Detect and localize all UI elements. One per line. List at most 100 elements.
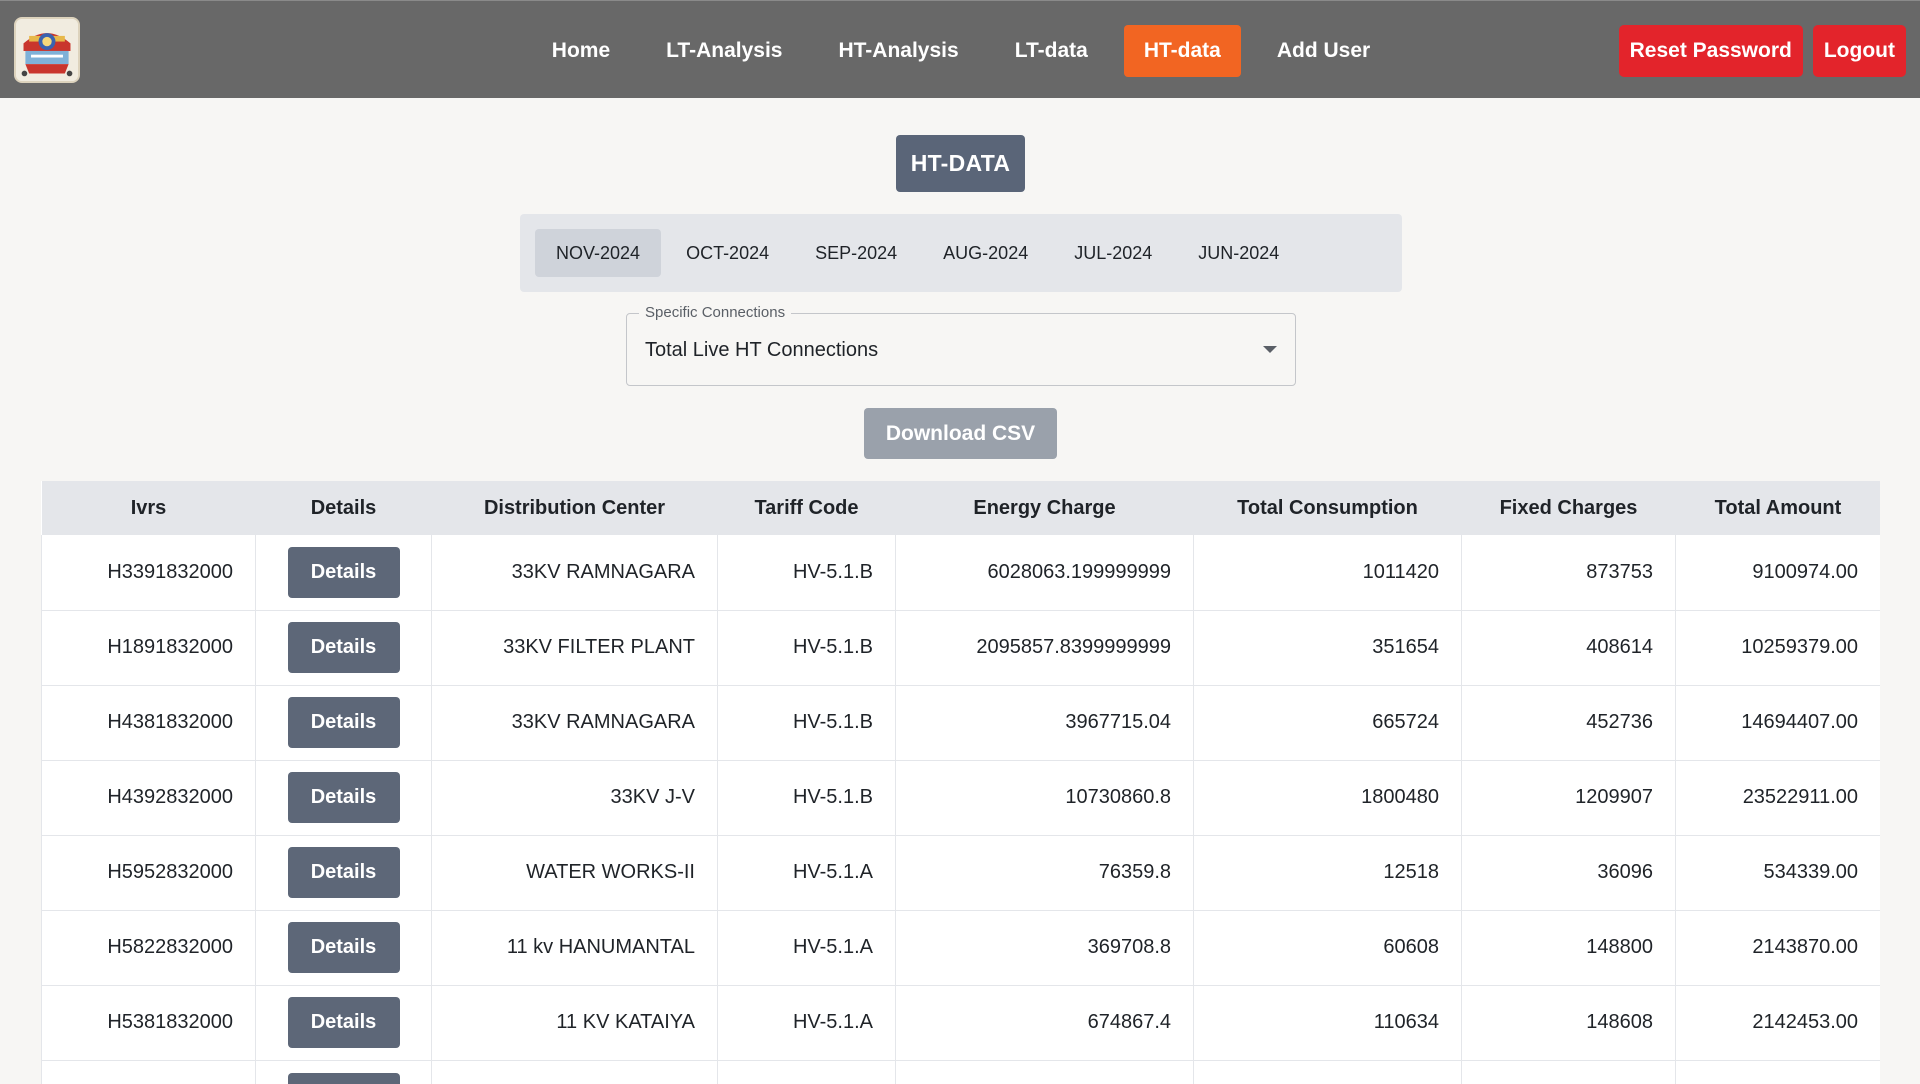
cell-tariff-code — [717, 1060, 896, 1084]
caret-down-icon — [1263, 346, 1277, 353]
cell-distribution-center: 11 kv HANUMANTAL — [431, 910, 718, 985]
cell-total-consumption: 351654 — [1193, 610, 1462, 685]
details-button[interactable]: Details — [287, 772, 400, 823]
cell-total-consumption: 110634 — [1193, 985, 1462, 1060]
cell-total-amount: 23522911.00 — [1675, 760, 1880, 835]
col-total-amount[interactable]: Total Amount — [1676, 481, 1881, 535]
table-row: H1891832000 Details 33KV FILTER PLANT HV… — [41, 610, 1880, 685]
cell-tariff-code: HV-5.1.B — [717, 760, 896, 835]
details-button[interactable]: Details — [287, 1072, 400, 1084]
cell-fixed-charges: 1209907 — [1461, 760, 1676, 835]
details-button[interactable]: Details — [287, 697, 400, 748]
col-total-consumption[interactable]: Total Consumption — [1194, 481, 1462, 535]
table-row: H5381832000 Details 11 KV KATAIYA HV-5.1… — [41, 985, 1880, 1060]
nav-add-user[interactable]: Add User — [1257, 25, 1390, 77]
tab-sep-2024[interactable]: SEP-2024 — [794, 229, 918, 277]
cell-fixed-charges: 148608 — [1461, 985, 1676, 1060]
cell-ivrs — [41, 1060, 256, 1084]
cell-ivrs: H1891832000 — [41, 610, 256, 685]
tab-aug-2024[interactable]: AUG-2024 — [922, 229, 1049, 277]
tab-nov-2024[interactable]: NOV-2024 — [535, 229, 662, 277]
cell-ivrs: H4381832000 — [41, 685, 256, 760]
col-details[interactable]: Details — [256, 481, 432, 535]
nav-ht-analysis[interactable]: HT-Analysis — [818, 25, 978, 77]
details-button[interactable]: Details — [287, 997, 400, 1048]
top-navbar: Home LT-Analysis HT-Analysis LT-data HT-… — [0, 0, 1920, 98]
logout-button[interactable]: Logout — [1812, 25, 1906, 77]
month-tabs: NOV-2024 OCT-2024 SEP-2024 AUG-2024 JUL-… — [520, 214, 1402, 292]
cell-distribution-center — [431, 1060, 718, 1084]
cell-ivrs: H4392832000 — [41, 760, 256, 835]
ht-data-table: Ivrs Details Distribution Center Tariff … — [41, 481, 1880, 1084]
cell-fixed-charges: 36096 — [1461, 835, 1676, 910]
cell-ivrs: H5381832000 — [41, 985, 256, 1060]
cell-distribution-center: 11 KV KATAIYA — [431, 985, 718, 1060]
col-tariff-code[interactable]: Tariff Code — [718, 481, 896, 535]
cell-ivrs: H5952832000 — [41, 835, 256, 910]
col-fixed-charges[interactable]: Fixed Charges — [1462, 481, 1676, 535]
cell-distribution-center: 33KV RAMNAGARA — [431, 535, 718, 610]
table-row: H4392832000 Details 33KV J-V HV-5.1.B 10… — [41, 760, 1880, 835]
cell-ivrs: H5822832000 — [41, 910, 256, 985]
cell-fixed-charges: 873753 — [1461, 535, 1676, 610]
cell-total-consumption: 665724 — [1193, 685, 1462, 760]
table-row: H5952832000 Details WATER WORKS-II HV-5.… — [41, 835, 1880, 910]
nav-lt-analysis[interactable]: LT-Analysis — [646, 25, 802, 77]
details-button[interactable]: Details — [287, 922, 400, 973]
cell-distribution-center: 33KV J-V — [431, 760, 718, 835]
tab-jul-2024[interactable]: JUL-2024 — [1053, 229, 1173, 277]
col-energy-charge[interactable]: Energy Charge — [896, 481, 1194, 535]
cell-energy-charge: 369708.8 — [895, 910, 1194, 985]
cell-total-consumption: 1800480 — [1193, 760, 1462, 835]
table-row: H3391832000 Details 33KV RAMNAGARA HV-5.… — [41, 535, 1880, 610]
table-row: Details — [41, 1060, 1880, 1084]
cell-total-amount: 534339.00 — [1675, 835, 1880, 910]
cell-tariff-code: HV-5.1.A — [717, 910, 896, 985]
cell-total-amount: 10259379.00 — [1675, 610, 1880, 685]
nav-home[interactable]: Home — [532, 25, 630, 77]
cell-distribution-center: 33KV FILTER PLANT — [431, 610, 718, 685]
cell-fixed-charges — [1461, 1060, 1676, 1084]
cell-total-amount: 14694407.00 — [1675, 685, 1880, 760]
cell-energy-charge: 2095857.8399999999 — [895, 610, 1194, 685]
cell-total-amount — [1675, 1060, 1880, 1084]
cell-total-amount: 9100974.00 — [1675, 535, 1880, 610]
cell-energy-charge: 6028063.199999999 — [895, 535, 1194, 610]
details-button[interactable]: Details — [287, 622, 400, 673]
cell-distribution-center: 33KV RAMNAGARA — [431, 685, 718, 760]
cell-tariff-code: HV-5.1.B — [717, 535, 896, 610]
cell-tariff-code: HV-5.1.A — [717, 985, 896, 1060]
cell-total-consumption: 12518 — [1193, 835, 1462, 910]
nav-lt-data[interactable]: LT-data — [995, 25, 1108, 77]
cell-energy-charge: 3967715.04 — [895, 685, 1194, 760]
cell-fixed-charges: 408614 — [1461, 610, 1676, 685]
tab-jun-2024[interactable]: JUN-2024 — [1177, 229, 1300, 277]
details-button[interactable]: Details — [287, 546, 400, 598]
specific-connections-select[interactable]: Specific Connections Total Live HT Conne… — [626, 304, 1296, 386]
account-actions: Reset Password Logout — [1618, 25, 1906, 77]
cell-tariff-code: HV-5.1.A — [717, 835, 896, 910]
table-row: H4381832000 Details 33KV RAMNAGARA HV-5.… — [41, 685, 1880, 760]
cell-total-consumption — [1193, 1060, 1462, 1084]
cell-ivrs: H3391832000 — [41, 535, 256, 610]
cell-tariff-code: HV-5.1.B — [717, 685, 896, 760]
cell-distribution-center: WATER WORKS-II — [431, 835, 718, 910]
cell-energy-charge — [895, 1060, 1194, 1084]
cell-total-amount: 2143870.00 — [1675, 910, 1880, 985]
cell-tariff-code: HV-5.1.B — [717, 610, 896, 685]
page-title: HT-DATA — [896, 135, 1025, 192]
table-row: H5822832000 Details 11 kv HANUMANTAL HV-… — [41, 910, 1880, 985]
col-distribution-center[interactable]: Distribution Center — [432, 481, 718, 535]
select-value: Total Live HT Connections — [645, 339, 879, 361]
cell-total-consumption: 1011420 — [1193, 535, 1462, 610]
col-ivrs[interactable]: Ivrs — [42, 481, 256, 535]
table-header-row: Ivrs Details Distribution Center Tariff … — [41, 481, 1881, 535]
reset-password-button[interactable]: Reset Password — [1618, 25, 1803, 77]
cell-total-amount: 2142453.00 — [1675, 985, 1880, 1060]
download-csv-button[interactable]: Download CSV — [864, 408, 1057, 459]
cell-energy-charge: 674867.4 — [895, 985, 1194, 1060]
details-button[interactable]: Details — [287, 847, 400, 898]
cell-energy-charge: 76359.8 — [895, 835, 1194, 910]
nav-ht-data[interactable]: HT-data — [1123, 25, 1241, 77]
tab-oct-2024[interactable]: OCT-2024 — [665, 229, 790, 277]
